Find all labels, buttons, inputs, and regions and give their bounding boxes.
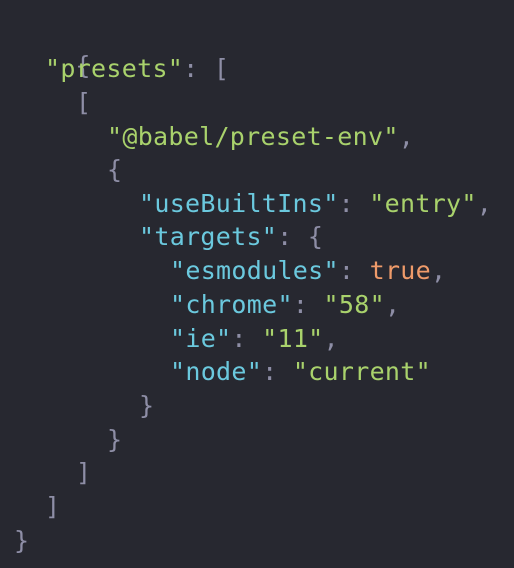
colon: : (183, 54, 199, 83)
colon: : (292, 290, 309, 319)
options-close-brace: } (107, 425, 123, 454)
comma: , (323, 324, 339, 353)
chrome-value: "58" (323, 290, 385, 319)
comma: , (398, 122, 415, 151)
node-value: "current" (292, 357, 431, 386)
colon: : (262, 357, 278, 386)
colon: : (277, 222, 293, 251)
code-line-13: } (107, 423, 122, 457)
use-built-ins-key: "useBuiltIns" (139, 189, 339, 218)
presets-open-bracket: [ (213, 54, 230, 83)
code-line-6: "useBuiltIns": "entry", (139, 187, 492, 221)
colon: : (231, 324, 247, 353)
code-line-14: ] (76, 456, 91, 490)
esmodules-value: true (369, 256, 431, 285)
code-line-9: "chrome": "58", (170, 288, 400, 322)
use-built-ins-value: "entry" (369, 189, 477, 218)
code-line-2: "presets": [ (45, 52, 229, 86)
code-line-12: } (139, 389, 154, 423)
targets-key: "targets" (139, 222, 278, 251)
ie-key: "ie" (170, 324, 232, 353)
preset-name-string: "@babel/preset-env" (107, 122, 399, 151)
code-line-16: } (14, 524, 29, 558)
comma: , (384, 290, 401, 319)
code-line-5: { (107, 153, 122, 187)
root-close-brace: } (14, 526, 30, 555)
code-line-8: "esmodules": true, (170, 254, 446, 288)
code-line-4: "@babel/preset-env", (107, 120, 414, 154)
options-open-brace: { (107, 155, 123, 184)
presets-key: "presets" (45, 54, 184, 83)
chrome-key: "chrome" (170, 290, 293, 319)
comma: , (476, 189, 493, 218)
targets-open-brace: { (307, 222, 324, 251)
code-line-11: "node": "current" (170, 355, 431, 389)
code-editor: { "presets": [ [ "@babel/preset-env", { … (0, 0, 514, 568)
comma: , (431, 256, 447, 285)
presets-close-bracket: ] (45, 492, 61, 521)
code-line-3: [ (76, 86, 91, 120)
colon: : (338, 256, 355, 285)
colon: : (338, 189, 354, 218)
preset-close-bracket: ] (76, 458, 92, 487)
code-line-1: { (14, 15, 91, 80)
code-line-7: "targets": { (139, 220, 323, 254)
code-line-15: ] (45, 490, 60, 524)
preset-open-bracket: [ (76, 88, 92, 117)
ie-value: "11" (262, 324, 324, 353)
targets-close-brace: } (139, 391, 155, 420)
code-line-10: "ie": "11", (170, 322, 339, 356)
node-key: "node" (170, 357, 263, 386)
esmodules-key: "esmodules" (170, 256, 339, 285)
